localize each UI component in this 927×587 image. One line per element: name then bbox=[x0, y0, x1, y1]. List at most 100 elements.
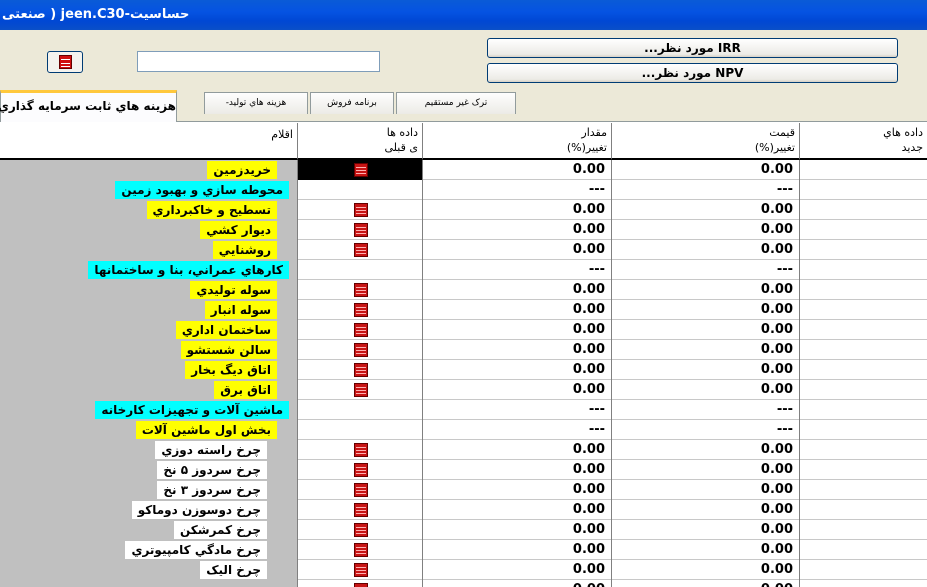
new-data-cell[interactable] bbox=[800, 400, 927, 420]
price-change-cell[interactable]: 0.00 bbox=[612, 440, 800, 460]
calculator-icon[interactable] bbox=[354, 463, 368, 477]
prev-data-cell[interactable] bbox=[298, 420, 423, 440]
quantity-change-cell[interactable]: 0.00 bbox=[423, 440, 612, 460]
new-data-cell[interactable] bbox=[800, 560, 927, 580]
price-change-cell[interactable]: 0.00 bbox=[612, 540, 800, 560]
new-data-cell[interactable] bbox=[800, 160, 927, 180]
price-change-cell[interactable]: 0.00 bbox=[612, 580, 800, 587]
price-change-cell[interactable]: --- bbox=[612, 260, 800, 280]
quantity-change-cell[interactable]: --- bbox=[423, 260, 612, 280]
prev-data-cell[interactable] bbox=[298, 400, 423, 420]
new-data-cell[interactable] bbox=[800, 320, 927, 340]
price-change-cell[interactable]: 0.00 bbox=[612, 360, 800, 380]
quantity-change-cell[interactable]: 0.00 bbox=[423, 220, 612, 240]
quantity-change-cell[interactable]: 0.00 bbox=[423, 540, 612, 560]
new-data-cell[interactable] bbox=[800, 460, 927, 480]
price-change-cell[interactable]: 0.00 bbox=[612, 280, 800, 300]
prev-data-cell[interactable] bbox=[298, 200, 423, 220]
price-change-cell[interactable]: 0.00 bbox=[612, 460, 800, 480]
price-change-cell[interactable]: 0.00 bbox=[612, 240, 800, 260]
calculator-icon[interactable] bbox=[354, 363, 368, 377]
new-data-cell[interactable] bbox=[800, 380, 927, 400]
tab-fixed-investment-costs[interactable]: هزینه هاي ثابت سرمايه گذاري bbox=[0, 90, 177, 122]
quantity-change-cell[interactable]: 0.00 bbox=[423, 340, 612, 360]
quantity-change-cell[interactable]: 0.00 bbox=[423, 520, 612, 540]
prev-data-cell[interactable] bbox=[298, 560, 423, 580]
calculator-icon[interactable] bbox=[354, 383, 368, 397]
npv-target-button[interactable]: NPV مورد نظر... bbox=[487, 63, 898, 83]
calculator-icon[interactable] bbox=[354, 443, 368, 457]
prev-data-cell[interactable] bbox=[298, 260, 423, 280]
irr-target-button[interactable]: IRR مورد نظر... bbox=[487, 38, 898, 58]
quantity-change-cell[interactable]: 0.00 bbox=[423, 300, 612, 320]
prev-data-cell[interactable] bbox=[298, 480, 423, 500]
item-cell[interactable]: چرخ دوسوزن دوماكو bbox=[0, 500, 298, 520]
quantity-change-cell[interactable]: 0.00 bbox=[423, 560, 612, 580]
calculator-icon[interactable] bbox=[354, 203, 368, 217]
new-data-cell[interactable] bbox=[800, 440, 927, 460]
new-data-cell[interactable] bbox=[800, 260, 927, 280]
new-data-cell[interactable] bbox=[800, 180, 927, 200]
quantity-change-cell[interactable]: 0.00 bbox=[423, 500, 612, 520]
calculator-icon[interactable] bbox=[354, 303, 368, 317]
calculator-icon[interactable] bbox=[354, 243, 368, 257]
item-cell[interactable] bbox=[0, 580, 298, 587]
quantity-change-cell[interactable]: 0.00 bbox=[423, 580, 612, 587]
price-change-cell[interactable]: --- bbox=[612, 420, 800, 440]
calculator-icon[interactable] bbox=[354, 583, 368, 587]
calculator-icon[interactable] bbox=[354, 343, 368, 357]
item-cell[interactable]: سالن شستشو bbox=[0, 340, 298, 360]
item-cell[interactable]: سوله توليدي bbox=[0, 280, 298, 300]
prev-data-cell[interactable] bbox=[298, 500, 423, 520]
price-change-cell[interactable]: 0.00 bbox=[612, 380, 800, 400]
price-change-cell[interactable]: 0.00 bbox=[612, 320, 800, 340]
item-cell[interactable]: چرخ مادگي كامپيوتري bbox=[0, 540, 298, 560]
new-data-cell[interactable] bbox=[800, 340, 927, 360]
calculator-icon[interactable] bbox=[354, 223, 368, 237]
item-cell[interactable]: چرخ سردوز ۳ نخ bbox=[0, 480, 298, 500]
quantity-change-cell[interactable]: 0.00 bbox=[423, 380, 612, 400]
quantity-change-cell[interactable]: 0.00 bbox=[423, 460, 612, 480]
prev-data-cell[interactable] bbox=[298, 320, 423, 340]
calculator-button[interactable] bbox=[47, 51, 83, 73]
calculator-icon[interactable] bbox=[354, 483, 368, 497]
tab-production-costs[interactable]: هزینه هاي توليد- bbox=[204, 92, 308, 114]
new-data-cell[interactable] bbox=[800, 200, 927, 220]
price-change-cell[interactable]: 0.00 bbox=[612, 300, 800, 320]
item-cell[interactable]: ساختمان اداري bbox=[0, 320, 298, 340]
calculator-icon[interactable] bbox=[354, 543, 368, 557]
prev-data-cell[interactable] bbox=[298, 340, 423, 360]
price-change-cell[interactable]: 0.00 bbox=[612, 200, 800, 220]
new-data-cell[interactable] bbox=[800, 220, 927, 240]
prev-data-cell[interactable] bbox=[298, 160, 423, 180]
prev-data-cell[interactable] bbox=[298, 440, 423, 460]
prev-data-cell[interactable] bbox=[298, 460, 423, 480]
calculator-icon[interactable] bbox=[354, 503, 368, 517]
new-data-cell[interactable] bbox=[800, 360, 927, 380]
item-cell[interactable]: چرخ سردوز ۵ نخ bbox=[0, 460, 298, 480]
prev-data-cell[interactable] bbox=[298, 540, 423, 560]
quantity-change-cell[interactable]: 0.00 bbox=[423, 360, 612, 380]
prev-data-cell[interactable] bbox=[298, 520, 423, 540]
tab-sales-program[interactable]: برنامه فروش bbox=[310, 92, 394, 114]
quantity-change-cell[interactable]: 0.00 bbox=[423, 480, 612, 500]
item-cell[interactable]: چرخ راسته دوزي bbox=[0, 440, 298, 460]
item-cell[interactable]: اتاق ديگ بخار bbox=[0, 360, 298, 380]
item-cell[interactable]: محوطه سازي و بهبود زمين bbox=[0, 180, 298, 200]
item-cell[interactable]: روشنايي bbox=[0, 240, 298, 260]
tab-indirect[interactable]: ترک غیر مستقیم bbox=[396, 92, 516, 114]
new-data-cell[interactable] bbox=[800, 420, 927, 440]
prev-data-cell[interactable] bbox=[298, 280, 423, 300]
price-change-cell[interactable]: 0.00 bbox=[612, 480, 800, 500]
calculator-icon[interactable] bbox=[354, 523, 368, 537]
item-cell[interactable]: ماشين آلات و تجهيزات كارخانه bbox=[0, 400, 298, 420]
price-change-cell[interactable]: 0.00 bbox=[612, 160, 800, 180]
price-change-cell[interactable]: 0.00 bbox=[612, 560, 800, 580]
new-data-cell[interactable] bbox=[800, 280, 927, 300]
prev-data-cell[interactable] bbox=[298, 300, 423, 320]
calculator-icon[interactable] bbox=[354, 283, 368, 297]
item-cell[interactable]: كارهاي عمراني، بنا و ساختمانها bbox=[0, 260, 298, 280]
price-change-cell[interactable]: 0.00 bbox=[612, 340, 800, 360]
price-change-cell[interactable]: 0.00 bbox=[612, 520, 800, 540]
prev-data-cell[interactable] bbox=[298, 220, 423, 240]
